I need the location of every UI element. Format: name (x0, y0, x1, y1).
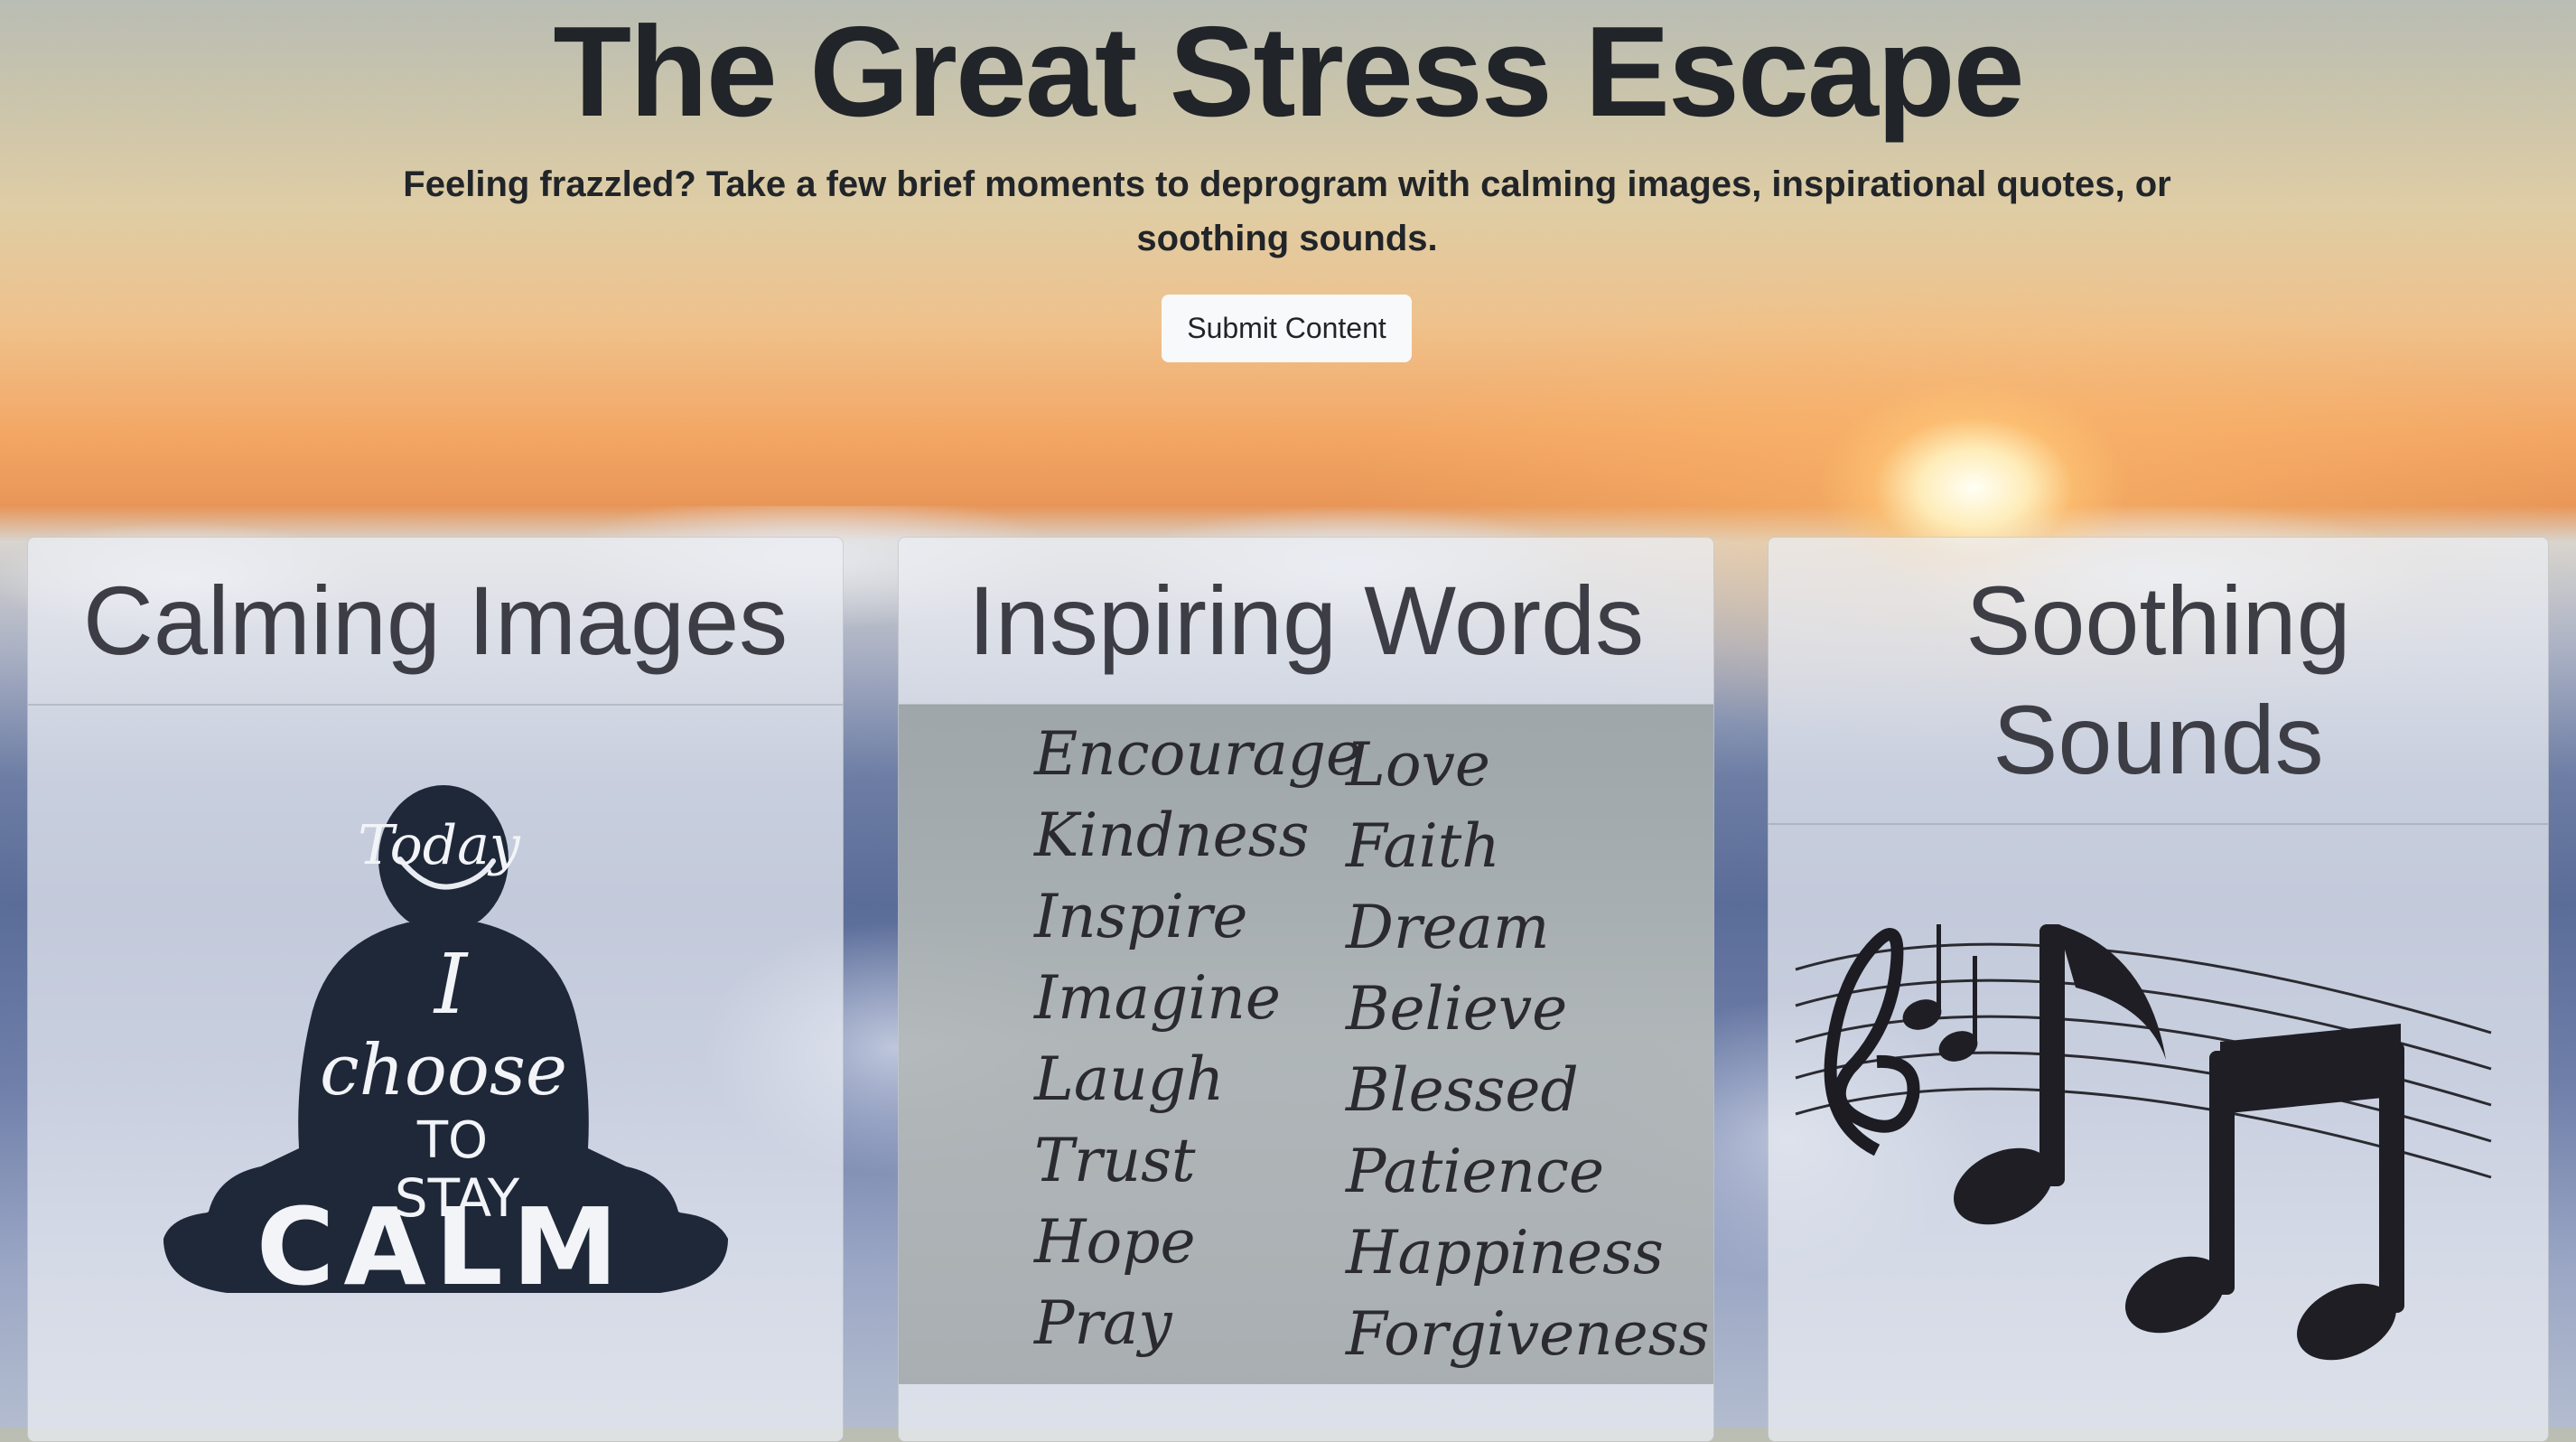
word: Imagine (1034, 963, 1281, 1033)
page-title: The Great Stress Escape (553, 0, 2024, 144)
card-title-line: Soothing (1965, 566, 2351, 675)
page-subtitle: Feeling frazzled? Take a few brief momen… (403, 164, 2171, 258)
words-right-column: Love Faith Dream Believe Blessed Patienc… (1346, 725, 1709, 1375)
word: Forgiveness (1346, 1299, 1710, 1369)
card-title-text: Soothing Sounds (1965, 561, 2350, 800)
card-title-line: Sounds (1993, 685, 2324, 794)
word: Happiness (1346, 1218, 1664, 1288)
card-title-soothing-sounds: Soothing Sounds (1769, 538, 2548, 825)
word: Hope (1034, 1207, 1196, 1277)
word: Pray (1034, 1288, 1172, 1358)
card-title-text: Inspiring Words (967, 566, 1645, 675)
word: Trust (1034, 1126, 1196, 1195)
card-soothing-sounds: Soothing Sounds (1768, 537, 2549, 1442)
card-calming-images: Calming Images Today I choose TO STAY CA… (27, 537, 844, 1442)
card-title-inspiring-words: Inspiring Words (899, 538, 1713, 706)
card-title-calming-images: Calming Images (28, 538, 843, 706)
soothing-sounds-image[interactable] (1769, 825, 2548, 1439)
meditation-silhouette-icon: Today I choose TO STAY CALM (163, 785, 728, 1309)
image-word-choose: choose (320, 1030, 567, 1111)
image-word-to: TO (416, 1111, 488, 1170)
word: Faith (1346, 811, 1500, 881)
word: Love (1346, 730, 1490, 800)
image-word-calm: CALM (257, 1184, 628, 1309)
submit-content-button[interactable]: Submit Content (1162, 295, 1412, 362)
card-title-text: Calming Images (82, 566, 789, 675)
word: Blessed (1346, 1055, 1579, 1125)
word: Encourage (1034, 719, 1362, 789)
inspiring-words-image[interactable]: Encourage Kindness Inspire Imagine Laugh… (899, 705, 1713, 1384)
card-inspiring-words: Inspiring Words Encourage Kindness Inspi… (898, 537, 1714, 1442)
word: Dream (1346, 893, 1550, 962)
music-notes-icon (1795, 924, 2492, 1361)
image-word-today: Today (358, 814, 521, 877)
calming-image[interactable]: Today I choose TO STAY CALM (28, 706, 843, 1441)
word: Inspire (1034, 882, 1248, 951)
word: Patience (1346, 1137, 1605, 1206)
words-left-column: Encourage Kindness Inspire Imagine Laugh… (1034, 714, 1361, 1364)
word: Laugh (1034, 1044, 1225, 1114)
image-word-i: I (433, 936, 469, 1033)
word: Kindness (1034, 801, 1310, 870)
word: Believe (1346, 974, 1568, 1044)
